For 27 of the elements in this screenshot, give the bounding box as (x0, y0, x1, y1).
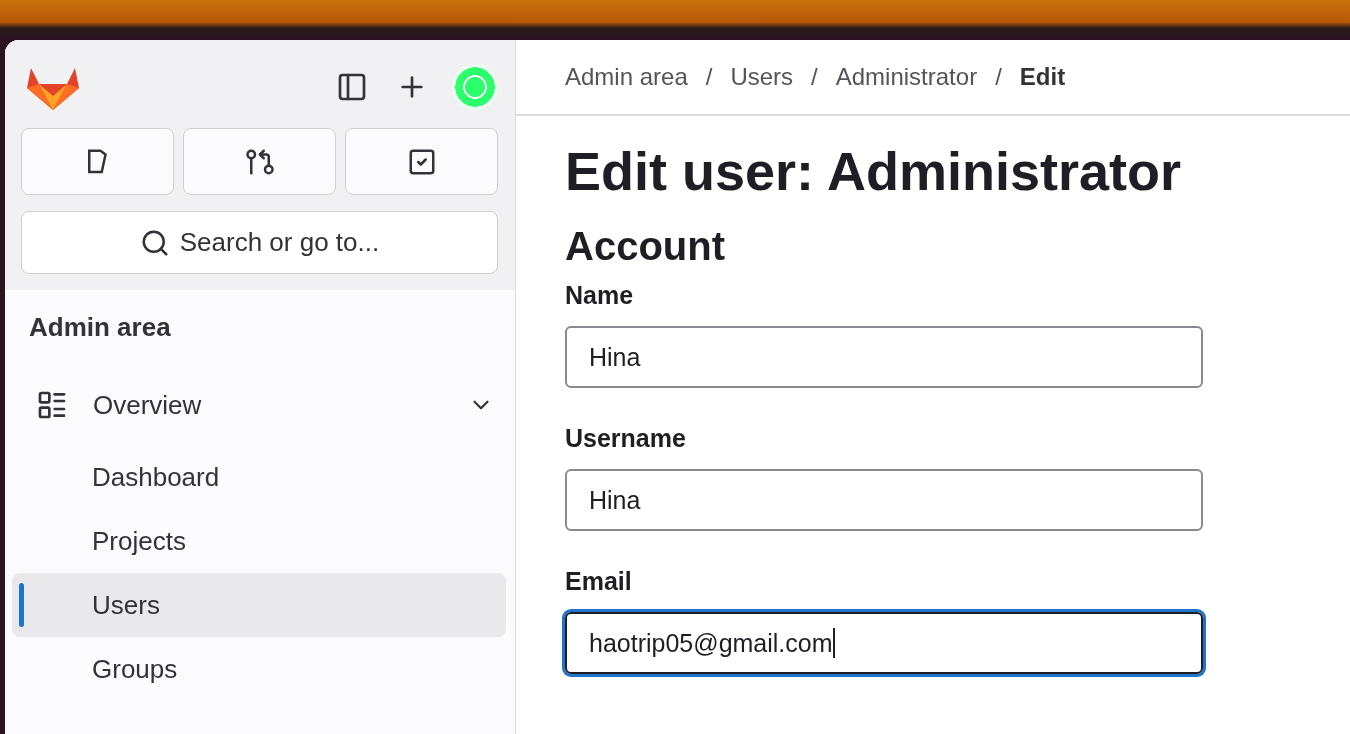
merge-button[interactable] (183, 128, 336, 195)
field-label: Username (565, 424, 687, 453)
breadcrumb-separator: / (705, 63, 713, 91)
sidebar-panel-icon (336, 71, 368, 103)
breadcrumb-link[interactable]: Administrator (835, 63, 978, 91)
sidebar-section-title: Admin area (28, 311, 172, 344)
breadcrumb-separator: / (995, 63, 1002, 91)
field-label: Name (565, 281, 635, 310)
nav-group-toggle[interactable]: Overview (12, 373, 506, 437)
nav-item[interactable]: Groups (12, 637, 506, 701)
nav-item[interactable]: Projects (12, 509, 506, 573)
search-button[interactable]: Search or go to... (21, 211, 498, 274)
input-field[interactable]: Hina (565, 326, 1203, 388)
input-field[interactable]: haotrip05@gmail.com (565, 612, 1203, 674)
breadcrumb-link[interactable]: Users (730, 63, 794, 91)
todo-button[interactable] (345, 128, 498, 195)
breadcrumb-current: Edit (1019, 63, 1066, 91)
breadcrumb-link[interactable]: Admin area (565, 63, 688, 91)
merge-request-icon (244, 146, 275, 177)
overview-list-icon (36, 389, 68, 421)
input-field[interactable]: Hina (565, 469, 1203, 531)
breadcrumb-separator: / (811, 63, 818, 91)
section-heading: Account (565, 224, 726, 269)
field-label: Email (565, 567, 633, 596)
nav-item[interactable]: Dashboard (12, 445, 506, 509)
nav-item[interactable]: Users (12, 573, 506, 637)
page-title: Edit user: Administrator (565, 140, 1183, 202)
